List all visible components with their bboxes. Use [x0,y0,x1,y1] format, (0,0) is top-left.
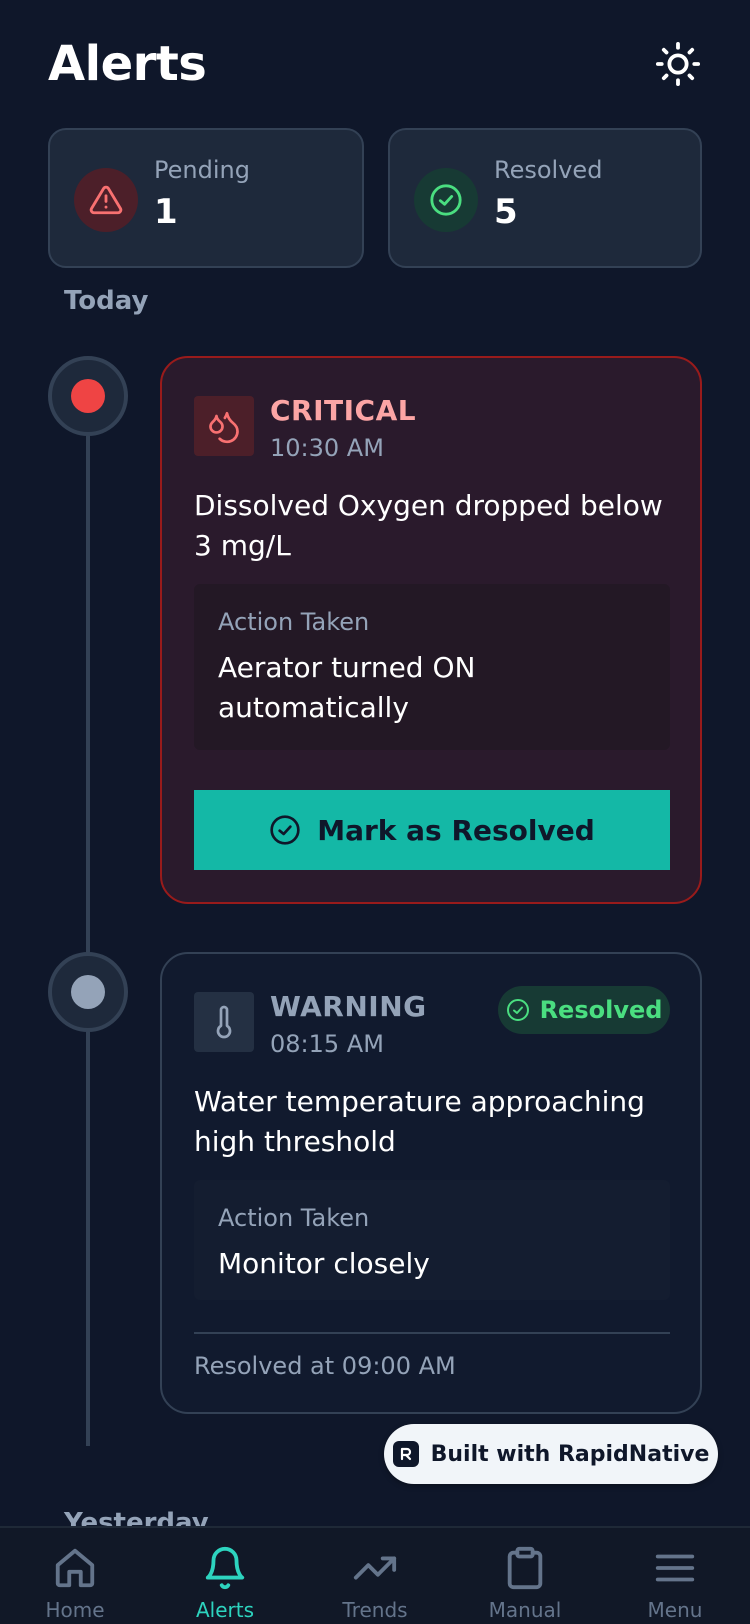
tab-label: Menu [647,1598,703,1622]
theme-toggle-button[interactable] [654,40,702,88]
mark-as-resolved-button[interactable]: Mark as Resolved [194,790,670,870]
action-taken-box: Action Taken Aerator turned ON automatic… [194,584,670,750]
timeline-dot [71,975,105,1009]
timeline-node-warning [48,952,128,1032]
alert-card-warning[interactable]: WARNING 08:15 AM Resolved Water temperat… [160,952,702,1414]
pending-summary-card[interactable]: Pending 1 [48,128,364,268]
action-taken-label: Action Taken [218,608,370,636]
trending-up-icon [353,1556,397,1580]
tab-alerts[interactable]: Alerts [150,1528,300,1624]
tab-label: Alerts [195,1598,255,1622]
resolved-status-badge: Resolved [498,986,670,1034]
resolved-at-text: Resolved at 09:00 AM [194,1352,456,1380]
resolved-summary-card[interactable]: Resolved 5 [388,128,702,268]
resolved-icon-wrap [414,168,478,232]
status-badge-label: Resolved [539,996,663,1024]
tab-manual[interactable]: Manual [450,1528,600,1624]
menu-icon [655,1554,695,1582]
tab-label: Home [45,1598,105,1622]
action-taken-text: Monitor closely [218,1247,430,1280]
tab-menu[interactable]: Menu [600,1528,750,1624]
tab-label: Trends [342,1598,408,1622]
alert-time: 08:15 AM [270,1030,384,1058]
alert-icon-wrap [194,992,254,1052]
action-taken-box: Action Taken Monitor closely [194,1180,670,1300]
tab-label: Manual [488,1598,562,1622]
tab-trends[interactable]: Trends [300,1528,450,1624]
alert-level: WARNING [270,990,427,1023]
alert-time: 10:30 AM [270,434,384,462]
alert-level: CRITICAL [270,394,417,427]
thermometer-icon [216,1005,232,1039]
sun-icon [655,41,701,87]
action-taken-label: Action Taken [218,1204,370,1232]
pending-icon-wrap [74,168,138,232]
pending-count: 1 [154,192,178,232]
alert-message: Water temperature approaching high thres… [194,1085,645,1158]
timeline-dot [71,379,105,413]
alert-message: Dissolved Oxygen dropped below 3 mg/L [194,489,663,562]
resolved-label: Resolved [494,156,603,184]
pending-label: Pending [154,156,250,184]
warning-triangle-icon [89,185,123,215]
alert-card-critical[interactable]: CRITICAL 10:30 AM Dissolved Oxygen dropp… [160,356,702,904]
home-icon [55,1548,95,1588]
action-taken-text: Aerator turned ON automatically [218,651,476,724]
page-title: Alerts [48,36,207,92]
mark-as-resolved-label: Mark as Resolved [317,813,595,847]
card-divider [194,1332,670,1334]
resolved-count: 5 [494,192,518,232]
rapidnative-logo-icon [392,1441,419,1467]
section-title-today: Today [64,286,149,316]
bottom-tab-bar: Home Alerts Trends Manual Menu [0,1526,750,1624]
built-with-badge[interactable]: Built with RapidNative [384,1424,718,1484]
water-drops-icon [209,411,239,444]
tab-home[interactable]: Home [0,1528,150,1624]
clipboard-icon [507,1546,543,1590]
alerts-screen: Alerts Pending 1 Resolved 5 Today CRITIC… [0,0,750,1624]
built-with-label: Built with RapidNative [430,1441,710,1467]
alert-icon-wrap [194,396,254,456]
check-circle-icon [270,815,300,845]
timeline-node-critical [48,356,128,436]
check-circle-icon [506,999,529,1021]
bell-icon [205,1547,245,1590]
check-circle-icon [430,184,462,216]
timeline-line [86,430,90,1446]
